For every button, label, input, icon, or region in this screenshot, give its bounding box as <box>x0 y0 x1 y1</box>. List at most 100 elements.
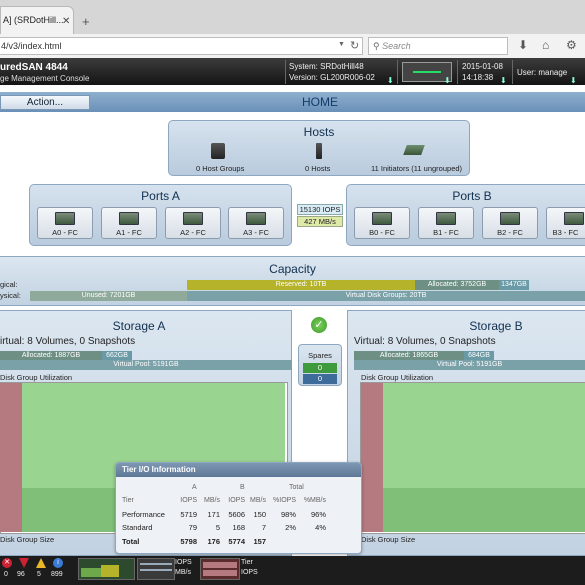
initiator-icon <box>403 145 425 155</box>
mini-bar <box>81 568 101 577</box>
storage-a-title: Storage A <box>112 319 166 333</box>
mini-bar <box>203 570 237 576</box>
tier-cell: 157 <box>253 537 266 546</box>
tier-cell: Standard <box>122 523 153 532</box>
port-label: B3 - FC <box>552 228 579 237</box>
tier-col-header: IOPS <box>228 497 245 504</box>
chevron-down-icon[interactable]: ▼ <box>338 41 345 48</box>
expand-icon[interactable]: ⬇ <box>570 76 577 85</box>
storage-b-free-area <box>383 383 585 488</box>
storage-a-virtual: irtual: 8 Volumes, 0 Snapshots <box>0 336 136 347</box>
address-bar[interactable]: 4/v3/index.html <box>0 37 363 55</box>
info-icon[interactable]: i <box>53 558 63 568</box>
search-input[interactable]: ⚲ Search <box>368 37 508 55</box>
storage-b-virtual: Virtual: 8 Volumes, 0 Snapshots <box>354 336 496 347</box>
storage-b-title: Storage B <box>469 319 523 333</box>
mini-bar <box>101 565 119 577</box>
mini-line <box>140 569 172 571</box>
tier-cell: Total <box>122 537 140 546</box>
tier-group-a: A <box>192 484 197 491</box>
tier-cell: 4% <box>315 523 326 532</box>
port-label: B2 - FC <box>497 228 523 237</box>
tier-cell: 5 <box>215 523 220 532</box>
logical-label: gical: <box>0 280 18 289</box>
user-label[interactable]: User: manage <box>517 68 567 77</box>
ports-a-title: Ports A <box>141 189 180 203</box>
spares-a-count[interactable]: 0 <box>303 363 337 373</box>
storage-b-disk-group-bar[interactable] <box>361 383 383 532</box>
capacity-mini-graph[interactable] <box>78 558 135 580</box>
hosts-title: Hosts <box>303 125 335 139</box>
storage-a-pool-bar[interactable]: Virtual Pool: 5191GB <box>0 360 292 370</box>
storage-b-pool-bar[interactable]: Virtual Pool: 5191GB <box>354 360 585 370</box>
tier-cell: 7 <box>261 523 266 532</box>
error-count: 0 <box>4 571 8 578</box>
tier-cell: 79 <box>188 523 197 532</box>
tier-col-header: Tier <box>122 497 134 504</box>
system-name: System: SRDotHill48 <box>289 62 364 71</box>
tier-cell: 5798 <box>180 537 197 546</box>
initiators-count: 11 Initiators (11 ungrouped) <box>371 164 463 173</box>
tier-cell: 98% <box>280 510 296 519</box>
action-button[interactable]: Action... <box>0 95 90 110</box>
tier-label: Tier <box>241 559 253 566</box>
reserved-bar[interactable]: Reserved: 10TB <box>187 280 415 290</box>
spares-label: Spares <box>308 351 332 360</box>
fc-port-icon <box>500 212 520 225</box>
storage-a-util-label: Disk Group Utilization <box>0 373 73 382</box>
date-label: 2015-01-08 <box>462 62 503 71</box>
port-label: A3 - FC <box>243 228 269 237</box>
tier-col-header: MB/s <box>204 497 220 504</box>
tier-cell: 5774 <box>228 537 245 546</box>
host-groups-count: 0 Host Groups <box>196 164 245 173</box>
new-tab-icon[interactable]: + <box>82 14 90 29</box>
storage-b-size-label: Disk Group Size <box>361 535 416 544</box>
page-title: HOME <box>302 95 338 109</box>
error-icon[interactable]: ✕ <box>2 558 12 568</box>
reload-icon[interactable]: ↻ <box>350 39 359 52</box>
tab-title: A] (SRDotHill... <box>3 15 64 25</box>
alert-count: 5 <box>37 571 41 578</box>
mbs-label: MB/s <box>175 569 191 576</box>
header-divider <box>457 60 458 84</box>
tier-group-b: B <box>240 484 245 491</box>
virtual-disk-groups-bar[interactable]: Virtual Disk Groups: 20TB <box>187 291 585 301</box>
storage-a-disk-group-bar[interactable] <box>0 383 22 532</box>
allocated-extra-bar[interactable]: 1347GB <box>499 280 529 290</box>
spares-b-count[interactable]: 0 <box>303 374 337 384</box>
expand-icon[interactable]: ⬇ <box>500 76 507 85</box>
tier-cell: 168 <box>232 523 245 532</box>
search-icon: ⚲ <box>373 41 383 51</box>
allocated-bar[interactable]: Allocated: 3752GB <box>415 280 499 290</box>
host-icon <box>316 143 322 159</box>
close-icon[interactable]: ✕ <box>62 16 70 27</box>
expand-icon[interactable]: ⬇ <box>387 76 394 85</box>
port-label: B0 - FC <box>369 228 395 237</box>
fc-port-icon <box>564 212 584 225</box>
storage-a-size-label: Disk Group Size <box>0 535 55 544</box>
storage-b-util-label: Disk Group Utilization <box>361 373 434 382</box>
expand-icon[interactable]: ⬇ <box>444 76 451 85</box>
info-count: 899 <box>51 571 63 578</box>
fc-port-icon <box>183 212 203 225</box>
download-icon[interactable]: ⬇ <box>518 38 528 52</box>
status-ok-icon[interactable]: ✓ <box>311 317 327 333</box>
iops-readout: 15130 IOPS <box>297 204 343 215</box>
menu-icon[interactable]: ⚙ <box>566 38 577 52</box>
home-icon[interactable]: ⌂ <box>542 38 549 52</box>
performance-mini-graph[interactable] <box>137 558 175 580</box>
unused-bar[interactable]: Unused: 7201GB <box>30 291 187 301</box>
tier-col-header: %IOPS <box>273 497 296 504</box>
mbs-readout: 427 MB/s <box>297 216 343 227</box>
iops-label: IOPS <box>175 559 192 566</box>
port-label: A2 - FC <box>180 228 206 237</box>
hosts-count: 0 Hosts <box>305 164 331 173</box>
search-placeholder: Search <box>382 41 411 51</box>
tier-col-header: IOPS <box>180 497 197 504</box>
tier-mini-graph[interactable] <box>200 558 240 580</box>
tier-cell: Performance <box>122 510 165 519</box>
host-group-icon <box>211 143 225 159</box>
version-label: Version: GL200R006-02 <box>289 73 375 82</box>
time-label: 14:18:38 <box>462 73 494 82</box>
tier-col-header: MB/s <box>250 497 266 504</box>
